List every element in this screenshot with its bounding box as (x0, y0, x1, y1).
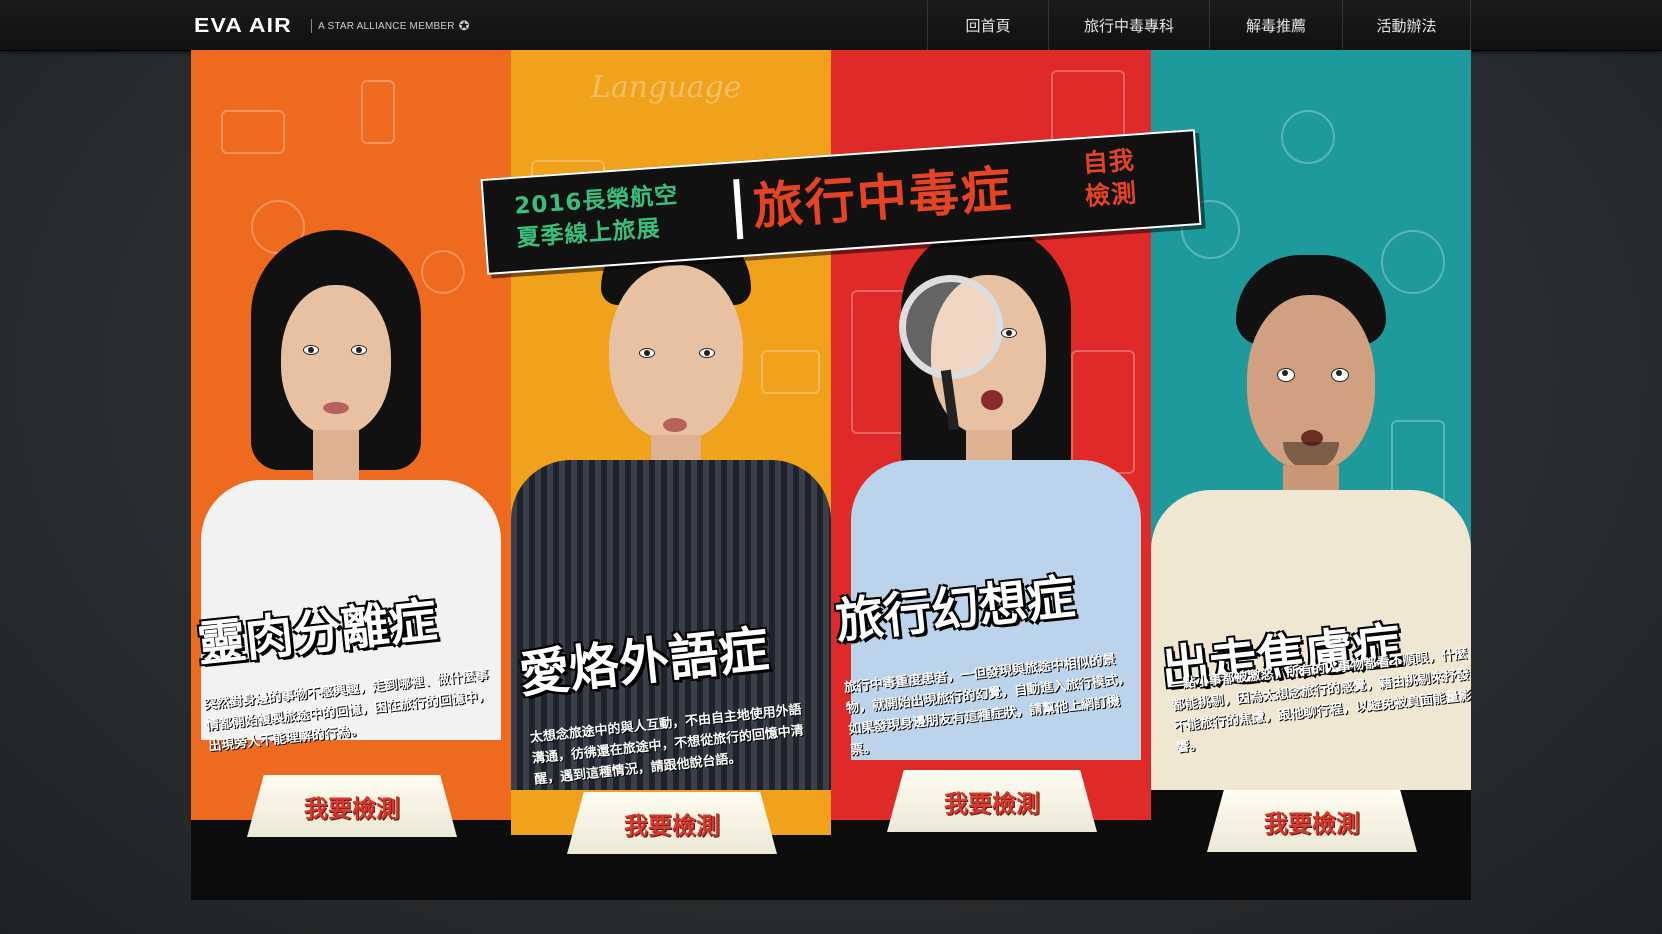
speech-bubble-doodle-icon (761, 350, 820, 394)
test-button[interactable]: 我要檢測 (887, 770, 1097, 832)
test-button-label: 我要檢測 (1264, 809, 1360, 838)
shoe-doodle-icon (421, 250, 465, 294)
logo-divider (311, 19, 313, 33)
test-button[interactable]: 我要檢測 (247, 775, 457, 837)
top-navigation-bar: EVA AIR A STAR ALLIANCE MEMBER ✪ 回首頁 旅行中… (0, 0, 1662, 51)
test-button[interactable]: 我要檢測 (567, 792, 777, 854)
nav-event-rules[interactable]: 活動辦法 (1343, 0, 1471, 50)
banner-event-title: 2016長榮航空 夏季線上旅展 (513, 179, 681, 254)
banner-main-title: 旅行中毒症 (751, 160, 1015, 237)
test-button-label: 我要檢測 (624, 811, 720, 840)
main-stage: 靈肉分離症 突然對身邊的事物不感興趣，走到哪裡、做什麼事情都開始複製旅途中的回憶… (191, 50, 1471, 900)
logo-tagline: A STAR ALLIANCE MEMBER (318, 20, 455, 32)
language-doodle-text: Language (591, 70, 742, 105)
nav-home[interactable]: 回首頁 (928, 0, 1049, 50)
star-alliance-icon: ✪ (458, 18, 470, 34)
test-button-label: 我要檢測 (304, 794, 400, 823)
nav-detox-recommendations[interactable]: 解毒推薦 (1210, 0, 1343, 50)
magnifying-glass-icon (899, 275, 1003, 379)
test-button-label: 我要檢測 (944, 789, 1040, 818)
logo-wordmark: EVA AIR (194, 14, 292, 37)
panel-syndrome-1: 靈肉分離症 突然對身邊的事物不感興趣，走到哪裡、做什麼事情都開始複製旅途中的回憶… (191, 50, 511, 900)
eva-air-logo[interactable]: EVA AIR A STAR ALLIANCE MEMBER ✪ (194, 15, 470, 37)
banner-self-test: 自我 檢測 (1082, 143, 1138, 212)
wallet-doodle-icon (221, 110, 285, 154)
building-doodle-icon (1071, 350, 1135, 474)
flower-doodle-icon (1381, 230, 1445, 294)
main-nav: 回首頁 旅行中毒專科 解毒推薦 活動辦法 (927, 0, 1471, 50)
test-button[interactable]: 我要檢測 (1207, 790, 1417, 852)
flower-doodle-icon (1281, 110, 1335, 164)
panel-syndrome-4: 出走焦慮症 一點小事都被激怒，所有的人事物都看不順眼，什麼都能挑剔，因為太想念旅… (1151, 50, 1471, 900)
banner-divider (733, 179, 744, 240)
banner-side-line2: 檢測 (1084, 178, 1139, 211)
banner-side-line1: 自我 (1081, 145, 1136, 178)
nav-travel-clinic[interactable]: 旅行中毒專科 (1049, 0, 1210, 50)
phone-doodle-icon (361, 80, 395, 144)
